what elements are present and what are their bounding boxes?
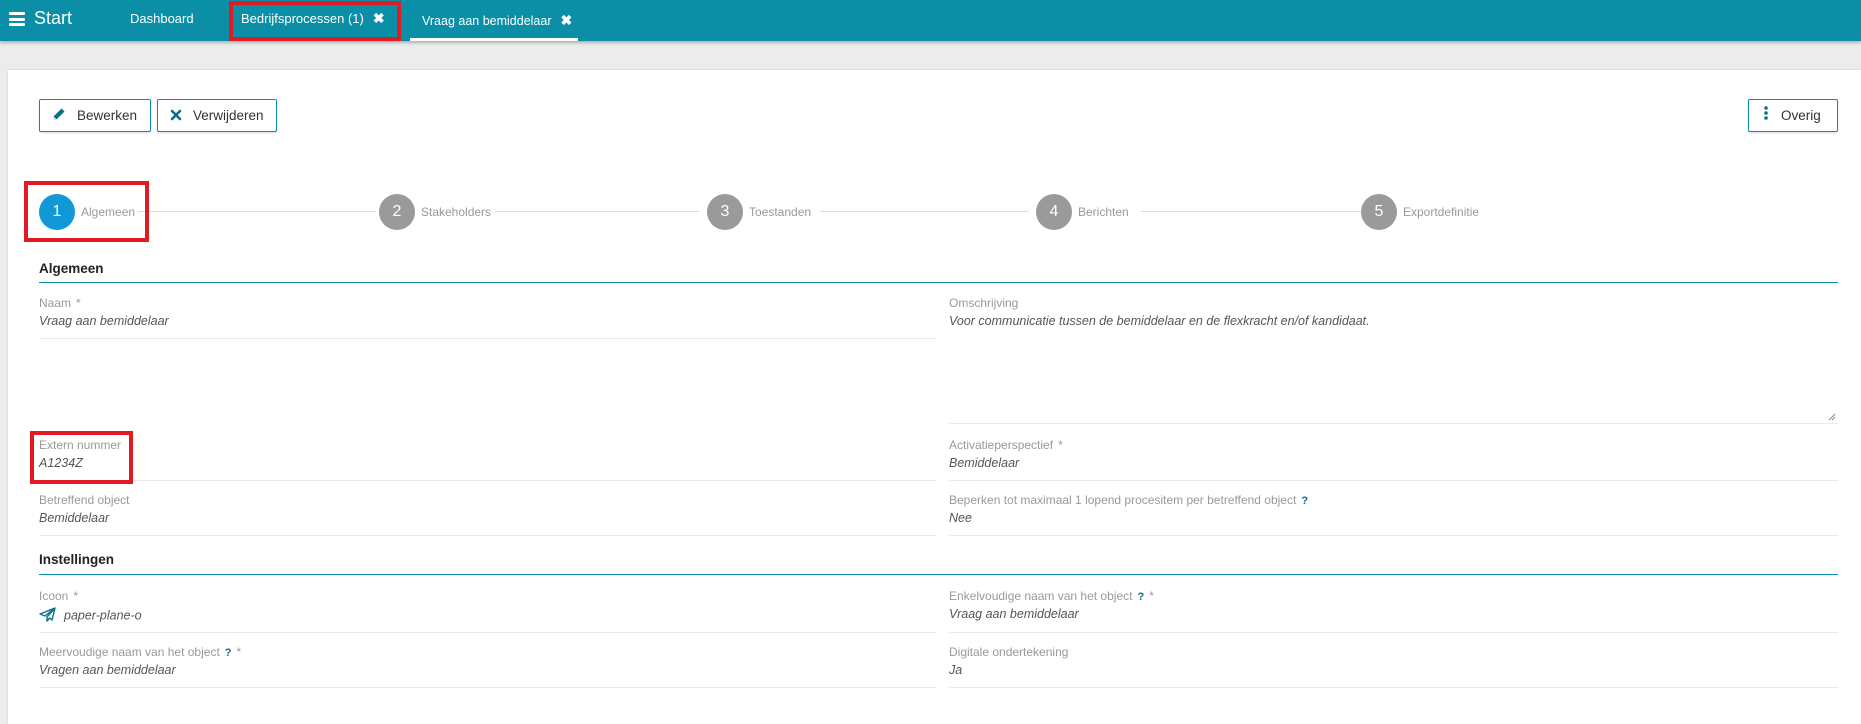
section-divider xyxy=(39,282,1838,283)
field-underline xyxy=(949,535,1838,536)
top-navigation-bar: Start Dashboard Bedrijfsprocessen (1) ✖ … xyxy=(0,0,1861,41)
field-underline xyxy=(949,687,1838,688)
pencil-icon xyxy=(52,107,66,124)
resize-handle-icon[interactable] xyxy=(1828,408,1836,421)
naam-field[interactable]: Naam * Vraag aan bemiddelaar xyxy=(39,296,937,348)
section-title-instellingen: Instellingen xyxy=(39,552,115,567)
detail-card: Bewerken Verwijderen Overig 1 Algemeen 2… xyxy=(8,70,1861,724)
vertical-ellipsis-icon xyxy=(1764,106,1768,125)
enkelvoudige-naam-value: Vraag aan bemiddelaar xyxy=(949,607,1079,621)
step-connector xyxy=(820,211,1029,212)
icoon-value-row: paper-plane-o xyxy=(39,607,937,625)
paper-plane-icon xyxy=(39,607,56,625)
delete-button[interactable]: Verwijderen xyxy=(157,99,277,132)
field-underline xyxy=(39,535,937,536)
field-underline xyxy=(39,632,937,633)
close-icon[interactable]: ✖ xyxy=(373,10,385,27)
section-divider xyxy=(39,574,1838,575)
meervoudige-naam-field[interactable]: Meervoudige naam van het object? * Vragen… xyxy=(39,645,937,695)
tab-label: Dashboard xyxy=(130,11,194,26)
step-number: 2 xyxy=(379,194,415,230)
omschrijving-textarea[interactable]: Omschrijving Voor communicatie tussen de… xyxy=(949,296,1838,426)
activatieperspectief-value: Bemiddelaar xyxy=(949,456,1020,470)
step-exportdefinitie[interactable]: 5 Exportdefinitie xyxy=(1361,194,1479,230)
field-underline xyxy=(39,480,937,481)
betreffend-object-field[interactable]: Betreffend object Bemiddelaar xyxy=(39,493,937,543)
naam-value: Vraag aan bemiddelaar xyxy=(39,314,169,328)
tab-label: Vraag aan bemiddelaar xyxy=(422,13,552,28)
step-berichten[interactable]: 4 Berichten xyxy=(1036,194,1129,230)
field-label: Enkelvoudige naam van het object? * xyxy=(949,589,1154,603)
icoon-field[interactable]: Icoon * paper-plane-o xyxy=(39,589,937,639)
step-connector xyxy=(495,211,699,212)
step-toestanden[interactable]: 3 Toestanden xyxy=(707,194,811,230)
field-label: Naam * xyxy=(39,296,81,310)
step-connector xyxy=(1141,211,1361,212)
step-label: Algemeen xyxy=(81,205,136,219)
field-underline xyxy=(949,480,1838,481)
meervoudige-naam-value: Vragen aan bemiddelaar xyxy=(39,663,176,677)
digitale-ondertekening-field[interactable]: Digitale ondertekening Ja xyxy=(949,645,1838,695)
step-number: 1 xyxy=(39,194,75,230)
step-algemeen[interactable]: 1 Algemeen xyxy=(39,194,135,230)
step-label: Berichten xyxy=(1078,205,1129,219)
close-icon xyxy=(170,108,182,124)
step-label: Stakeholders xyxy=(421,205,492,219)
field-underline xyxy=(39,687,937,688)
icoon-value: paper-plane-o xyxy=(64,608,142,623)
tab-bedrijfsprocessen[interactable]: Bedrijfsprocessen (1) ✖ xyxy=(241,0,385,39)
enkelvoudige-naam-field[interactable]: Enkelvoudige naam van het object? * Vraag… xyxy=(949,589,1838,639)
required-marker: * xyxy=(1149,589,1154,603)
digitale-ondertekening-value: Ja xyxy=(949,663,963,677)
field-label: Extern nummer xyxy=(39,438,122,452)
edit-button[interactable]: Bewerken xyxy=(39,99,151,132)
tab-label: Bedrijfsprocessen (1) xyxy=(241,11,364,26)
step-number: 5 xyxy=(1361,194,1397,230)
field-label: Digitale ondertekening xyxy=(949,645,1069,659)
field-label: Icoon * xyxy=(39,589,79,603)
field-underline xyxy=(39,338,937,339)
field-label: Meervoudige naam van het object? * xyxy=(39,645,242,659)
step-stakeholders[interactable]: 2 Stakeholders xyxy=(379,194,491,230)
step-number: 3 xyxy=(707,194,743,230)
extern-nummer-field[interactable]: Extern nummer A1234Z xyxy=(39,438,937,488)
step-number: 4 xyxy=(1036,194,1072,230)
more-label: Overig xyxy=(1781,108,1821,123)
required-marker: * xyxy=(1058,438,1063,452)
step-label: Exportdefinitie xyxy=(1403,205,1480,219)
step-label: Toestanden xyxy=(749,205,812,219)
required-marker: * xyxy=(73,589,79,603)
edit-label: Bewerken xyxy=(77,108,138,123)
required-marker: * xyxy=(236,645,242,659)
close-icon[interactable]: ✖ xyxy=(561,12,573,29)
beperken-value: Nee xyxy=(949,511,972,525)
section-title-algemeen: Algemeen xyxy=(39,261,104,276)
help-icon[interactable]: ? xyxy=(1301,495,1308,507)
extern-nummer-value: A1234Z xyxy=(39,456,83,470)
field-underline xyxy=(949,632,1838,633)
menu-icon[interactable] xyxy=(9,12,25,26)
help-icon[interactable]: ? xyxy=(225,647,232,659)
field-underline xyxy=(949,423,1838,424)
activatieperspectief-field[interactable]: Activatieperspectief * Bemiddelaar xyxy=(949,438,1838,488)
tab-vraag-aan-bemiddelaar[interactable]: Vraag aan bemiddelaar ✖ xyxy=(410,3,578,41)
omschrijving-value: Voor communicatie tussen de bemiddelaar … xyxy=(949,314,1370,328)
help-icon[interactable]: ? xyxy=(1137,591,1144,603)
delete-label: Verwijderen xyxy=(193,108,264,123)
field-label: Beperken tot maximaal 1 lopend procesite… xyxy=(949,493,1309,507)
step-connector xyxy=(138,211,376,212)
tab-dashboard[interactable]: Dashboard xyxy=(130,0,194,39)
field-label: Omschrijving xyxy=(949,296,1019,310)
field-label: Activatieperspectief * xyxy=(949,438,1063,452)
start-label[interactable]: Start xyxy=(34,8,72,29)
beperken-field[interactable]: Beperken tot maximaal 1 lopend procesite… xyxy=(949,493,1838,543)
required-marker: * xyxy=(76,296,81,310)
more-button[interactable]: Overig xyxy=(1748,99,1838,132)
betreffend-object-value: Bemiddelaar xyxy=(39,511,110,525)
field-label: Betreffend object xyxy=(39,493,130,507)
